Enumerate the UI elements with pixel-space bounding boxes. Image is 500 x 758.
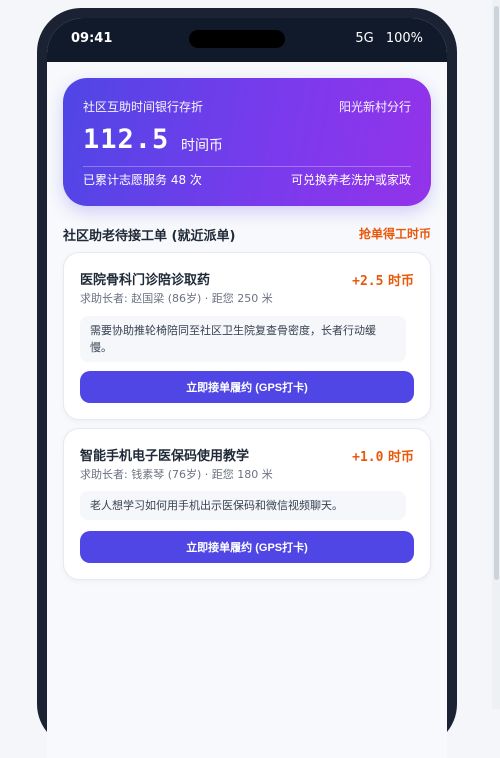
card-divider [83, 166, 411, 167]
network-indicator: 5G [355, 31, 374, 46]
order-reward: +1.0 时币 [352, 446, 414, 465]
order-title: 智能手机电子医保码使用教学 [80, 449, 250, 464]
service-count: 已累计志愿服务 48 次 [83, 173, 202, 187]
balance-unit: 时间币 [181, 138, 223, 154]
camera-notch [189, 30, 285, 48]
status-bar: 09:41 5G 100% [47, 18, 447, 62]
redeem-text: 可兑换养老洗护或家政 [290, 173, 411, 187]
reward-amount: +1.0 [352, 450, 384, 465]
accept-order-button[interactable]: 立即接单履约 (GPS打卡) [80, 531, 414, 563]
status-time: 09:41 [71, 31, 113, 46]
page-scrollbar[interactable] [492, 0, 500, 709]
order-reward: +2.5 时币 [352, 270, 414, 289]
accept-order-button[interactable]: 立即接单履约 (GPS打卡) [80, 371, 414, 403]
order-meta: 求助长者: 赵国梁 (86岁) · 距您 250 米 [80, 292, 273, 305]
balance-amount: 112.5 [83, 124, 170, 155]
status-indicators: 5G 100% [347, 31, 423, 46]
order-description: 老人想学习如何用手机出示医保码和微信视频聊天。 [80, 491, 406, 520]
order-card: 智能手机电子医保码使用教学 +1.0 时币 求助长者: 钱素琴 (76岁) · … [63, 428, 431, 580]
order-card: 医院骨科门诊陪诊取药 +2.5 时币 求助长者: 赵国梁 (86岁) · 距您 … [63, 252, 431, 420]
section-title: 社区助老待接工单 (就近派单) [63, 229, 236, 244]
reward-unit: 时币 [387, 450, 414, 465]
section-hint: 抢单得工时币 [358, 227, 431, 241]
card-branch: 阳光新村分行 [338, 100, 411, 114]
reward-amount: +2.5 [352, 274, 384, 289]
order-title: 医院骨科门诊陪诊取药 [80, 273, 211, 288]
battery-indicator: 100% [385, 31, 423, 46]
card-title: 社区互助时间银行存折 [83, 100, 204, 114]
order-description: 需要协助推轮椅陪同至社区卫生院复查骨密度，长者行动缓慢。 [80, 316, 406, 362]
phone-screen: 09:41 5G 100% 社区互助时间银行存折 阳光新村分行 112.5 时间… [47, 18, 447, 758]
reward-unit: 时币 [387, 274, 414, 289]
scrollbar-thumb[interactable] [494, 6, 499, 580]
phone-frame: 09:41 5G 100% 社区互助时间银行存折 阳光新村分行 112.5 时间… [37, 8, 457, 758]
time-bank-card: 社区互助时间银行存折 阳光新村分行 112.5 时间币 已累计志愿服务 48 次… [63, 78, 431, 206]
order-meta: 求助长者: 钱素琴 (76岁) · 距您 180 米 [80, 468, 273, 481]
